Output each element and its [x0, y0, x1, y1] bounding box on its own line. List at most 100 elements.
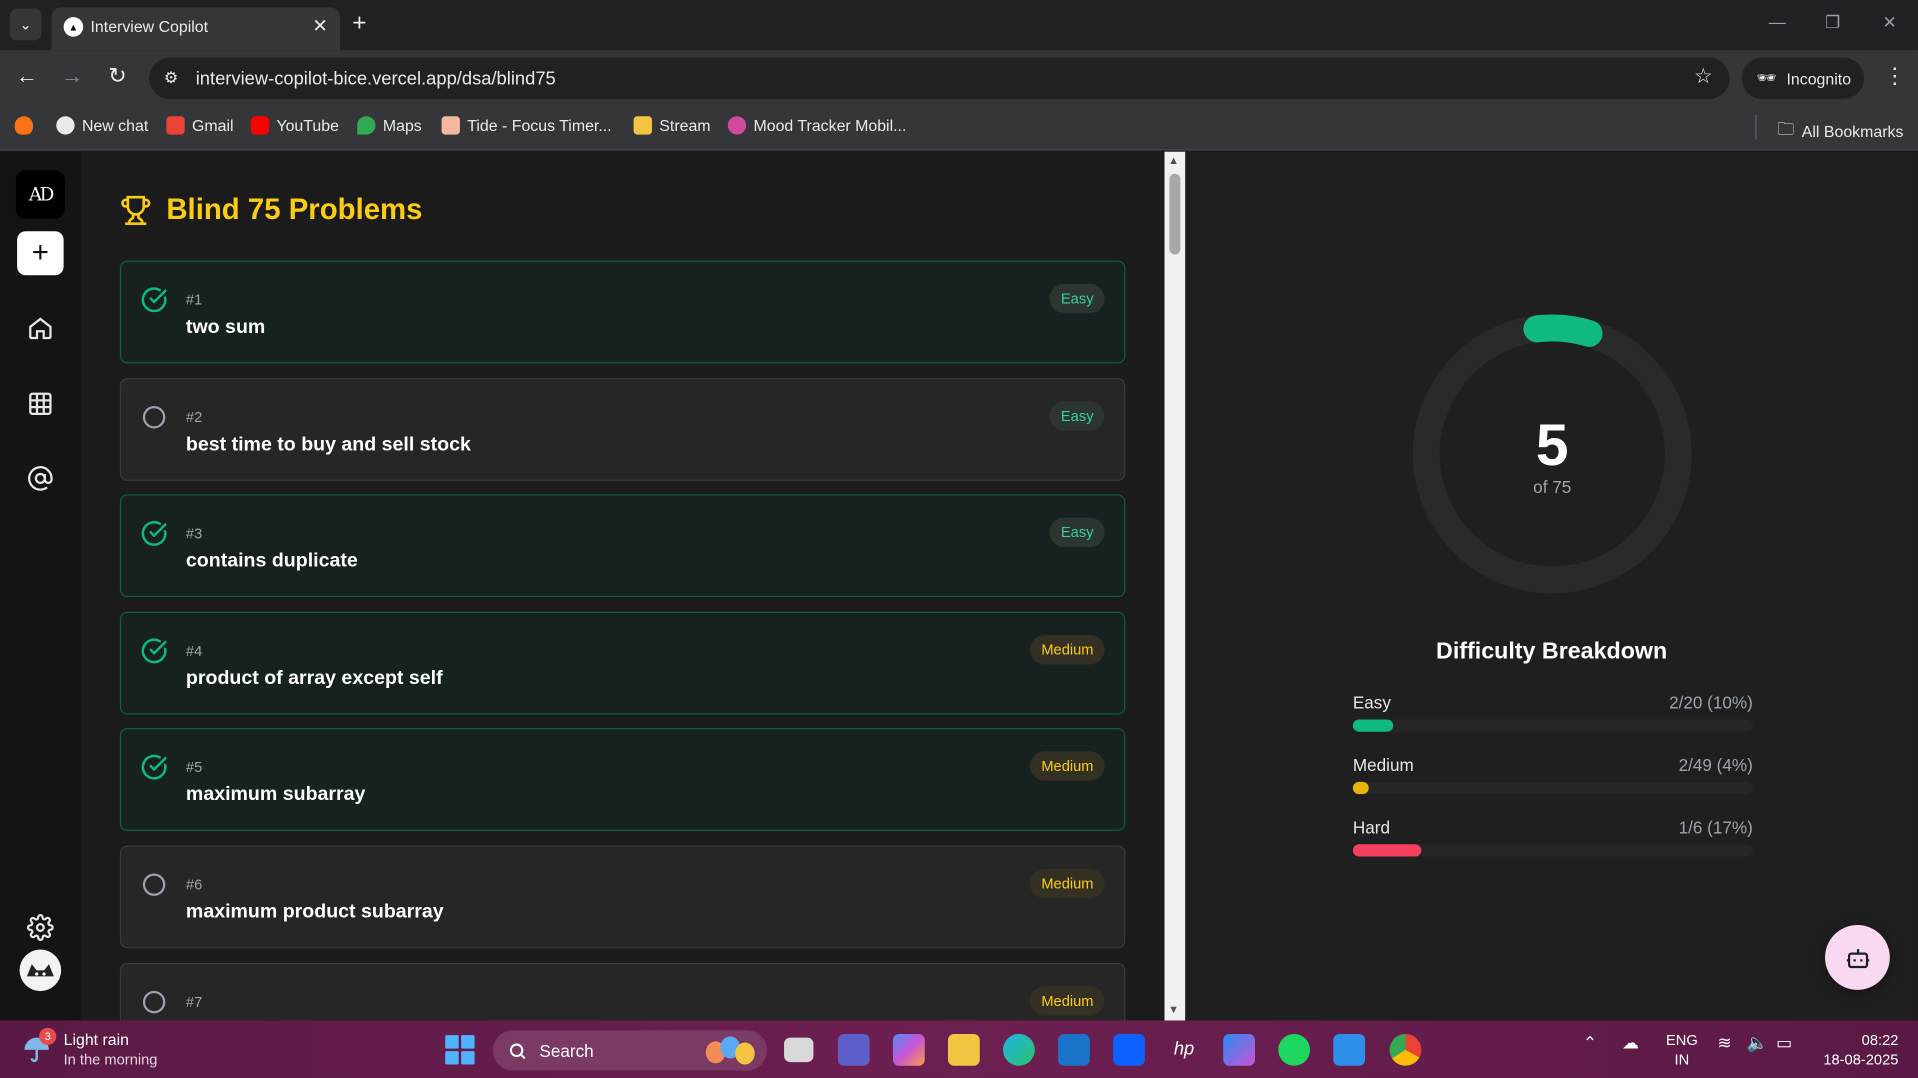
solved-total: of 75	[1533, 477, 1572, 497]
breakdown-value: 2/49 (4%)	[1678, 754, 1753, 775]
new-tab-button[interactable]: +	[352, 10, 366, 37]
avatar[interactable]	[19, 949, 62, 992]
outlook-icon[interactable]	[1058, 1033, 1090, 1066]
problem-card[interactable]: #3 contains duplicate Easy	[119, 494, 1126, 598]
difficulty-badge: Easy	[1049, 517, 1105, 548]
empty-circle-icon[interactable]	[141, 871, 168, 898]
file-explorer-icon[interactable]	[947, 1033, 980, 1066]
app-logo[interactable]: AD	[15, 170, 65, 220]
new-button[interactable]: +	[17, 231, 64, 276]
forward-button[interactable]: →	[57, 64, 86, 90]
dropbox-icon[interactable]	[1113, 1033, 1145, 1066]
close-window-icon[interactable]: ✕	[1883, 12, 1897, 33]
bookmark-mood-tracker[interactable]: Mood Tracker Mobil...	[727, 116, 906, 135]
scrollbar[interactable]: ▲ ▼	[1164, 151, 1186, 1021]
settings-button[interactable]	[22, 909, 59, 946]
problem-name: best time to buy and sell stock	[185, 433, 471, 455]
tab-title: Interview Copilot	[90, 17, 209, 36]
clock[interactable]: 08:22 18-08-2025	[1813, 1030, 1898, 1069]
bookmark-tide[interactable]: Tide - Focus Timer...	[441, 116, 612, 135]
problem-card[interactable]: #4 product of array except self Medium	[119, 611, 1126, 715]
m365-icon[interactable]	[1223, 1033, 1256, 1066]
browser-menu-icon[interactable]: ⋮	[1884, 64, 1906, 90]
check-circle-icon[interactable]	[141, 637, 168, 664]
language-indicator[interactable]: ENG IN	[1666, 1030, 1698, 1069]
solved-count: 5	[1535, 413, 1569, 479]
incognito-label: Incognito	[1786, 69, 1852, 88]
problem-card[interactable]: #6 maximum product subarray Medium	[119, 845, 1126, 949]
wifi-icon[interactable]: ≋	[1717, 1033, 1731, 1054]
check-circle-icon[interactable]	[141, 520, 168, 547]
problem-card[interactable]: #1 two sum Easy	[119, 260, 1126, 364]
bookmark-youtube[interactable]: YouTube	[250, 116, 339, 135]
tab-list-button[interactable]: ⌄	[9, 8, 42, 41]
bookmark-new-chat[interactable]: New chat	[56, 116, 148, 135]
mentions-button[interactable]	[22, 460, 59, 497]
difficulty-badge: Medium	[1030, 751, 1105, 782]
bookmark-fire-icon[interactable]	[14, 116, 34, 135]
empty-circle-icon[interactable]	[141, 988, 168, 1015]
back-button[interactable]: ←	[12, 64, 41, 90]
problem-number: #3	[185, 525, 203, 543]
minimize-icon[interactable]: —	[1769, 12, 1786, 32]
breakdown-value: 2/20 (10%)	[1669, 692, 1753, 713]
hp-icon[interactable]: hp	[1168, 1034, 1200, 1066]
bookmark-star-icon[interactable]: ☆	[1694, 65, 1713, 89]
start-button[interactable]	[445, 1035, 475, 1065]
problem-card[interactable]: #2 best time to buy and sell stock Easy	[119, 377, 1126, 481]
address-bar[interactable]: ⚙ interview-copilot-bice.vercel.app/dsa/…	[149, 57, 1730, 100]
home-button[interactable]	[22, 310, 59, 347]
bot-icon	[1846, 948, 1869, 968]
bookmark-gmail[interactable]: Gmail	[166, 116, 234, 135]
balloons-icon	[705, 1036, 755, 1065]
chrome-icon[interactable]	[1389, 1033, 1422, 1066]
grid-button[interactable]	[22, 385, 59, 422]
check-circle-icon[interactable]	[141, 286, 168, 313]
edge-icon[interactable]	[1003, 1033, 1035, 1066]
check-circle-icon[interactable]	[141, 754, 168, 781]
copilot-bot-button[interactable]	[1825, 925, 1890, 990]
difficulty-badge: Easy	[1049, 400, 1105, 431]
youtube-icon	[250, 116, 270, 135]
all-bookmarks[interactable]: 🗀 All Bookmarks	[1777, 116, 1903, 145]
empty-circle-icon[interactable]	[141, 403, 168, 430]
copilot-icon[interactable]	[892, 1033, 925, 1066]
at-icon	[28, 466, 53, 491]
site-info-icon[interactable]: ⚙	[164, 69, 178, 89]
show-hidden-icons[interactable]: ⌃	[1583, 1033, 1597, 1054]
scroll-thumb[interactable]	[1169, 173, 1181, 255]
problem-number: #4	[185, 642, 203, 660]
gmail-icon	[166, 116, 185, 135]
browser-tab[interactable]: ▲ Interview Copilot ✕	[51, 7, 341, 51]
weather-badge: 3	[39, 1027, 57, 1045]
vscode-icon[interactable]	[1333, 1033, 1366, 1066]
problem-number: #5	[185, 759, 203, 777]
taskbar-search[interactable]: Search	[492, 1030, 767, 1071]
onedrive-icon[interactable]: ☁	[1622, 1033, 1639, 1054]
openai-icon	[56, 116, 75, 135]
volume-icon[interactable]: 🔈	[1747, 1033, 1768, 1054]
scroll-up-icon[interactable]: ▲	[1168, 154, 1179, 166]
breakdown-bar-fill	[1352, 781, 1369, 795]
restore-icon[interactable]: ❐	[1825, 12, 1840, 33]
problem-card[interactable]: #7 Medium	[119, 962, 1126, 1021]
reload-button[interactable]: ↻	[103, 64, 132, 90]
breakdown-bar-fill	[1352, 844, 1421, 857]
difficulty-badge: Medium	[1030, 634, 1105, 665]
problem-name: product of array except self	[185, 667, 443, 689]
scroll-down-icon[interactable]: ▼	[1168, 1003, 1179, 1015]
bookmark-maps[interactable]: Maps	[357, 116, 422, 135]
battery-icon[interactable]: ▭	[1776, 1033, 1792, 1054]
difficulty-badge: Easy	[1049, 283, 1105, 314]
breakdown-row-hard: Hard 1/6 (17%)	[1352, 817, 1753, 866]
bookmark-stream[interactable]: Stream	[633, 116, 711, 135]
search-icon	[509, 1042, 526, 1059]
spotify-icon[interactable]	[1278, 1033, 1311, 1066]
task-view-icon[interactable]	[784, 1037, 814, 1063]
incognito-button[interactable]: 🕶 Incognito	[1741, 57, 1865, 100]
teams-icon[interactable]	[837, 1033, 870, 1066]
close-tab-icon[interactable]: ✕	[312, 15, 327, 37]
problem-card[interactable]: #5 maximum subarray Medium	[119, 728, 1126, 832]
problem-name: maximum subarray	[185, 784, 366, 806]
plus-icon: +	[31, 236, 49, 270]
